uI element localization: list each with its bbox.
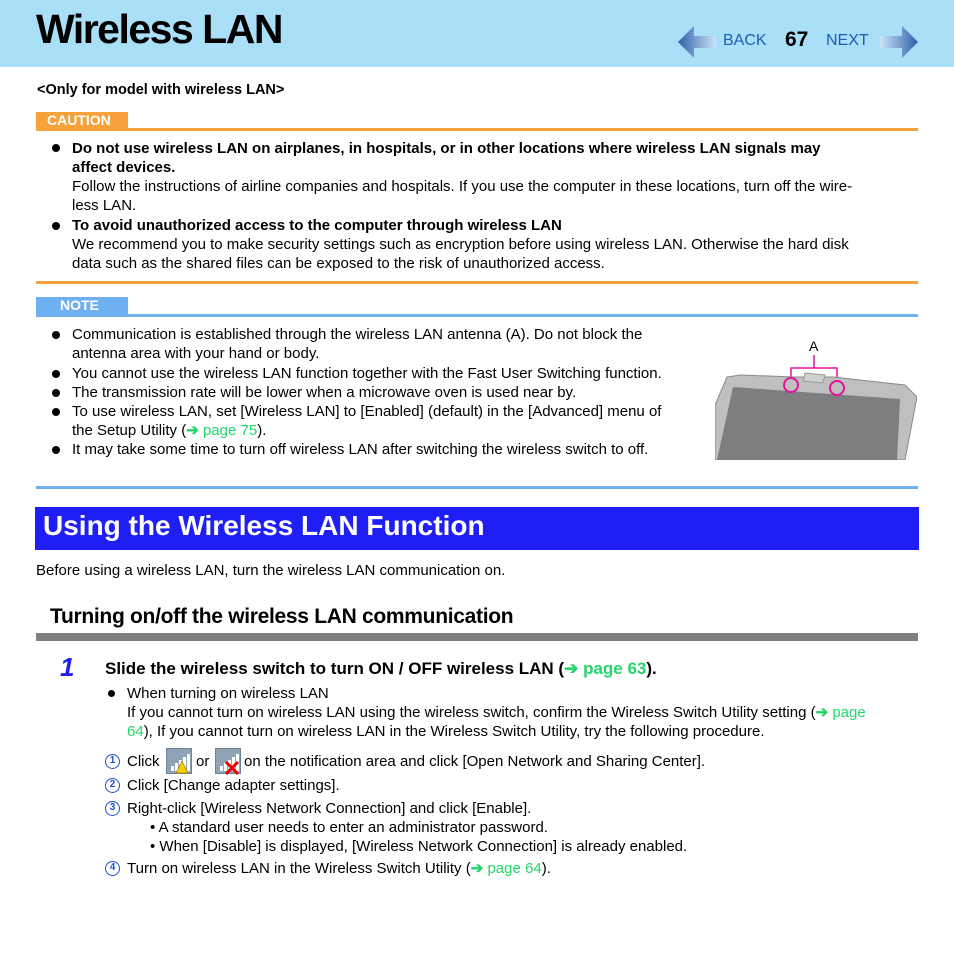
procedure-text: Click xyxy=(127,753,160,770)
note-item: The transmission rate will be lower when… xyxy=(72,384,577,401)
procedure-text: on the notification area and click [Open… xyxy=(244,753,706,770)
procedure-text: or xyxy=(196,753,210,770)
step-text: Slide the wireless switch to turn ON / O… xyxy=(105,659,565,678)
step-bullet-text: 64), If you cannot turn on wireless LAN … xyxy=(127,722,765,741)
bullet-icon xyxy=(108,690,115,697)
bullet-icon xyxy=(52,331,60,339)
procedure-text: ). xyxy=(541,860,551,877)
step-bullet-text-part: ), If you cannot turn on wireless LAN in… xyxy=(143,723,765,740)
note-text: ). xyxy=(257,422,267,439)
bullet-icon xyxy=(52,222,60,230)
procedure-item: Click xyxy=(127,752,160,771)
link-arrow-icon: ➔ xyxy=(815,704,829,721)
link-arrow-icon: ➔ xyxy=(470,860,484,877)
next-link[interactable]: NEXT xyxy=(826,32,869,50)
step-number: 1 xyxy=(60,652,75,682)
caution-heading: To avoid unauthorized access to the comp… xyxy=(72,217,562,234)
note-tag: NOTE xyxy=(36,297,128,314)
page-link[interactable]: page 63 xyxy=(583,659,646,678)
section-divider xyxy=(36,486,918,489)
procedure-subitem: • A standard user needs to enter an admi… xyxy=(150,819,548,836)
section-intro: Before using a wireless LAN, turn the wi… xyxy=(36,562,506,579)
step-circle-number: 4 xyxy=(105,861,120,876)
section-title: Using the Wireless LAN Function xyxy=(43,510,485,541)
page-link[interactable]: 64 xyxy=(127,723,144,740)
step-instruction: Slide the wireless switch to turn ON / O… xyxy=(105,659,657,679)
caution-heading: Do not use wireless LAN on airplanes, in… xyxy=(72,140,821,157)
page-link[interactable]: page xyxy=(832,704,865,721)
bullet-icon xyxy=(52,389,60,397)
caution-body: We recommend you to make security settin… xyxy=(72,236,849,253)
back-link[interactable]: BACK xyxy=(723,32,767,50)
step-circle-number: 2 xyxy=(105,778,120,793)
caution-tag: CAUTION xyxy=(36,112,128,129)
note-item: antenna area with your hand or body. xyxy=(72,345,320,362)
caution-body: less LAN. xyxy=(72,197,137,214)
back-arrow-icon[interactable] xyxy=(676,24,716,60)
bullet-icon xyxy=(52,408,60,416)
step-circle-number: 3 xyxy=(105,801,120,816)
step-bullet-text: If you cannot turn on wireless LAN using… xyxy=(127,703,866,722)
bullet-icon xyxy=(52,446,60,454)
network-warning-icon xyxy=(166,748,192,774)
caution-heading: affect devices. xyxy=(72,159,176,176)
page-title: Wireless LAN xyxy=(36,6,283,52)
note-item: You cannot use the wireless LAN function… xyxy=(72,365,662,382)
bullet-icon xyxy=(52,144,60,152)
link-arrow-icon: ➔ xyxy=(186,422,199,439)
bullet-icon xyxy=(52,370,60,378)
link-arrow-icon: ➔ xyxy=(564,659,579,678)
note-divider xyxy=(36,314,918,317)
caution-body: data such as the shared files can be exp… xyxy=(72,255,605,272)
subsection-bar xyxy=(36,633,918,641)
step-bullet-text-part: If you cannot turn on wireless LAN using… xyxy=(127,704,816,721)
step-bullet-heading: When turning on wireless LAN xyxy=(127,685,329,702)
procedure-item: Click [Change adapter settings]. xyxy=(127,777,340,794)
note-item: To use wireless LAN, set [Wireless LAN] … xyxy=(72,403,662,420)
next-arrow-icon[interactable] xyxy=(880,24,920,60)
page-link[interactable]: page 75 xyxy=(203,422,257,439)
step-text: ). xyxy=(646,659,657,678)
procedure-text: Turn on wireless LAN in the Wireless Swi… xyxy=(127,860,471,877)
caution-bottom-divider xyxy=(36,281,918,284)
step-circle-number: 1 xyxy=(105,754,120,769)
note-item: Communication is established through the… xyxy=(72,326,643,343)
note-text: the Setup Utility ( xyxy=(72,422,187,439)
page-link[interactable]: page 64 xyxy=(487,860,541,877)
caution-divider xyxy=(36,128,918,131)
procedure-subitem-text: A standard user needs to enter an admini… xyxy=(158,819,548,836)
procedure-subitem: • When [Disable] is displayed, [Wireless… xyxy=(150,838,688,855)
subsection-title: Turning on/off the wireless LAN communic… xyxy=(50,605,514,628)
caution-body: Follow the instructions of airline compa… xyxy=(72,178,853,195)
procedure-subitem-text: When [Disable] is displayed, [Wireless N… xyxy=(159,838,688,855)
note-item-link-line: the Setup Utility (➔ page 75). xyxy=(72,421,266,440)
model-note: <Only for model with wireless LAN> xyxy=(37,82,285,98)
procedure-item: Right-click [Wireless Network Connection… xyxy=(127,800,532,817)
note-item: It may take some time to turn off wirele… xyxy=(72,441,649,458)
page-header: Wireless LAN xyxy=(0,0,954,67)
network-disconnected-icon xyxy=(215,748,241,776)
page-number: 67 xyxy=(785,28,809,51)
antenna-label: A xyxy=(809,338,819,354)
procedure-item: Turn on wireless LAN in the Wireless Swi… xyxy=(127,859,551,878)
antenna-illustration: A xyxy=(715,338,917,460)
